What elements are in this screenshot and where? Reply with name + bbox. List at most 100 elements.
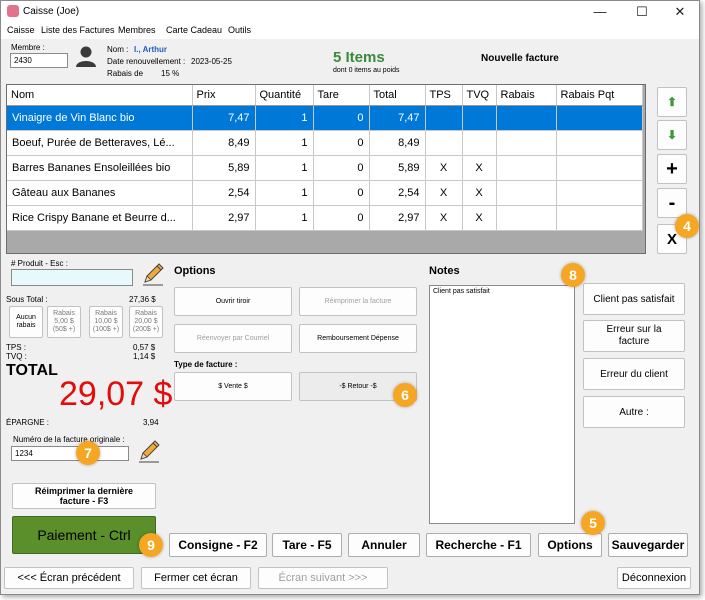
items-grid: Nom Prix Quantité Tare Total TPS TVQ Rab… [6, 84, 646, 254]
discount-none-button[interactable]: Aucun rabais [9, 306, 43, 338]
payment-button[interactable]: Paiement - Ctrl [12, 516, 156, 554]
member-number-field[interactable]: 2430 [10, 53, 68, 68]
options-button[interactable]: Options [538, 533, 602, 557]
increase-quantity-button[interactable]: + [657, 154, 687, 184]
cell-name: Gâteau aux Bananes [7, 180, 193, 206]
total-value: 29,07 $ [59, 375, 173, 413]
cell-rabais-pqt [556, 130, 643, 156]
open-drawer-button[interactable]: Ouvrir tiroir [174, 287, 292, 316]
menu-liste-factures[interactable]: Liste des Factures [41, 25, 115, 35]
cell-quantity: 1 [255, 130, 314, 156]
reprint-last-invoice-button[interactable]: Réimprimer la dernière facture - F3 [12, 483, 156, 509]
member-discount-label: Rabais de [107, 69, 144, 78]
discount-10-line1: Rabais [95, 310, 117, 317]
cell-tare: 0 [313, 180, 370, 206]
resend-email-button[interactable]: Réenvoyer par Courriel [174, 324, 292, 353]
discount-20-line3: (200$ +) [132, 326, 160, 333]
table-row[interactable]: Vinaigre de Vin Blanc bio 7,47 1 0 7,47 [7, 105, 643, 131]
note-client-error-button[interactable]: Erreur du client [583, 358, 685, 390]
menu-caisse[interactable]: Caisse [7, 25, 35, 35]
cell-tvq: X [462, 180, 497, 206]
save-button[interactable]: Sauvegarder [608, 533, 688, 557]
table-row[interactable]: Gâteau aux Bananes 2,54 1 0 2,54 X X [7, 180, 643, 206]
cell-tps: X [425, 180, 463, 206]
options-title: Options [174, 265, 216, 277]
original-invoice-field[interactable]: 1234 [11, 446, 129, 461]
logout-button[interactable]: Déconnexion [617, 567, 691, 589]
table-row[interactable]: Rice Crispy Banane et Beurre d... 2,97 1… [7, 205, 643, 231]
member-name: I., Arthur [134, 45, 168, 54]
col-prix[interactable]: Prix [192, 85, 256, 106]
cell-rabais [496, 130, 557, 156]
table-header-row: Nom Prix Quantité Tare Total TPS TVQ Rab… [7, 85, 643, 106]
col-rabais[interactable]: Rabais [496, 85, 557, 106]
cell-rabais [496, 205, 557, 231]
items-table: Nom Prix Quantité Tare Total TPS TVQ Rab… [7, 85, 643, 231]
previous-screen-button[interactable]: <<< Écran précédent [4, 567, 134, 589]
discount-10-line2: 10,00 $ [94, 318, 118, 325]
discount-10-line3: (100$ +) [92, 326, 120, 333]
menu-membres[interactable]: Membres [118, 25, 156, 35]
cell-name: Vinaigre de Vin Blanc bio [7, 105, 193, 131]
cell-rabais-pqt [556, 205, 643, 231]
note-other-button[interactable]: Autre : [583, 396, 685, 428]
items-count: 5 Items [333, 49, 385, 66]
discount-10-button[interactable]: Rabais 10,00 $ (100$ +) [89, 306, 123, 338]
cell-rabais-pqt [556, 105, 643, 131]
tps-value: 0,57 $ [133, 343, 156, 352]
renewal-date: 2023-05-25 [191, 57, 232, 66]
pencil-icon[interactable] [140, 261, 166, 287]
next-screen-button[interactable]: Écran suivant >>> [258, 567, 388, 589]
tare-button[interactable]: Tare - F5 [272, 533, 342, 557]
maximize-button[interactable]: ☐ [625, 1, 659, 23]
col-tvq[interactable]: TVQ [462, 85, 497, 106]
minimize-button[interactable]: — [583, 1, 617, 23]
discount-5-button[interactable]: Rabais 5,00 $ (50$ +) [47, 306, 81, 338]
member-label: Membre : [11, 43, 45, 52]
col-quantite[interactable]: Quantité [255, 85, 314, 106]
cell-rabais [496, 105, 557, 131]
refund-expense-button[interactable]: Remboursement Dépense [299, 324, 417, 353]
decrease-quantity-button[interactable]: - [657, 188, 687, 218]
tvq-label: TVQ : [6, 352, 27, 361]
cell-total: 8,49 [369, 130, 426, 156]
close-button[interactable]: ✕ [663, 1, 697, 23]
discount-20-line1: Rabais [135, 310, 157, 317]
cell-name: Boeuf, Purée de Betteraves, Lé... [7, 130, 193, 156]
col-total[interactable]: Total [369, 85, 426, 106]
cell-tvq: X [462, 155, 497, 181]
cell-total: 2,54 [369, 180, 426, 206]
cell-quantity: 1 [255, 105, 314, 131]
col-tare[interactable]: Tare [313, 85, 370, 106]
col-tps[interactable]: TPS [425, 85, 463, 106]
menu-outils[interactable]: Outils [228, 25, 251, 35]
search-button[interactable]: Recherche - F1 [426, 533, 531, 557]
member-avatar-icon [74, 45, 98, 67]
arrow-up-icon: ⬆ [666, 95, 678, 109]
pencil-icon[interactable] [136, 438, 162, 464]
consigne-button[interactable]: Consigne - F2 [169, 533, 267, 557]
close-screen-button[interactable]: Fermer cet écran [141, 567, 251, 589]
table-row[interactable]: Barres Bananes Ensoleillées bio 5,89 1 0… [7, 155, 643, 181]
note-invoice-error-button[interactable]: Erreur sur la facture [583, 320, 685, 352]
member-discount-value: 15 % [161, 69, 180, 78]
notes-textarea[interactable]: Client pas satisfait [429, 285, 575, 524]
cell-price: 2,54 [192, 180, 256, 206]
note-client-unsatisfied-button[interactable]: Client pas satisfait [583, 283, 685, 315]
discount-none-line1: Aucun [16, 314, 36, 321]
discount-20-button[interactable]: Rabais 20,00 $ (200$ +) [129, 306, 163, 338]
col-rabais-pqt[interactable]: Rabais Pqt [556, 85, 643, 106]
col-nom[interactable]: Nom [7, 85, 193, 106]
cancel-button[interactable]: Annuler [348, 533, 420, 557]
sale-button[interactable]: $ Vente $ [174, 372, 292, 401]
reprint-invoice-button[interactable]: Réimprimer la facture [299, 287, 417, 316]
window-title: Caisse (Joe) [23, 6, 80, 17]
table-row[interactable]: Boeuf, Purée de Betteraves, Lé... 8,49 1… [7, 130, 643, 156]
move-down-button[interactable]: ⬇ [657, 120, 687, 150]
subtotal-value: 27,36 $ [129, 295, 156, 304]
move-up-button[interactable]: ⬆ [657, 87, 687, 117]
menu-carte-cadeau[interactable]: Carte Cadeau [166, 25, 222, 35]
cell-tvq [462, 105, 497, 131]
cell-tvq: X [462, 205, 497, 231]
product-input[interactable] [11, 269, 133, 286]
